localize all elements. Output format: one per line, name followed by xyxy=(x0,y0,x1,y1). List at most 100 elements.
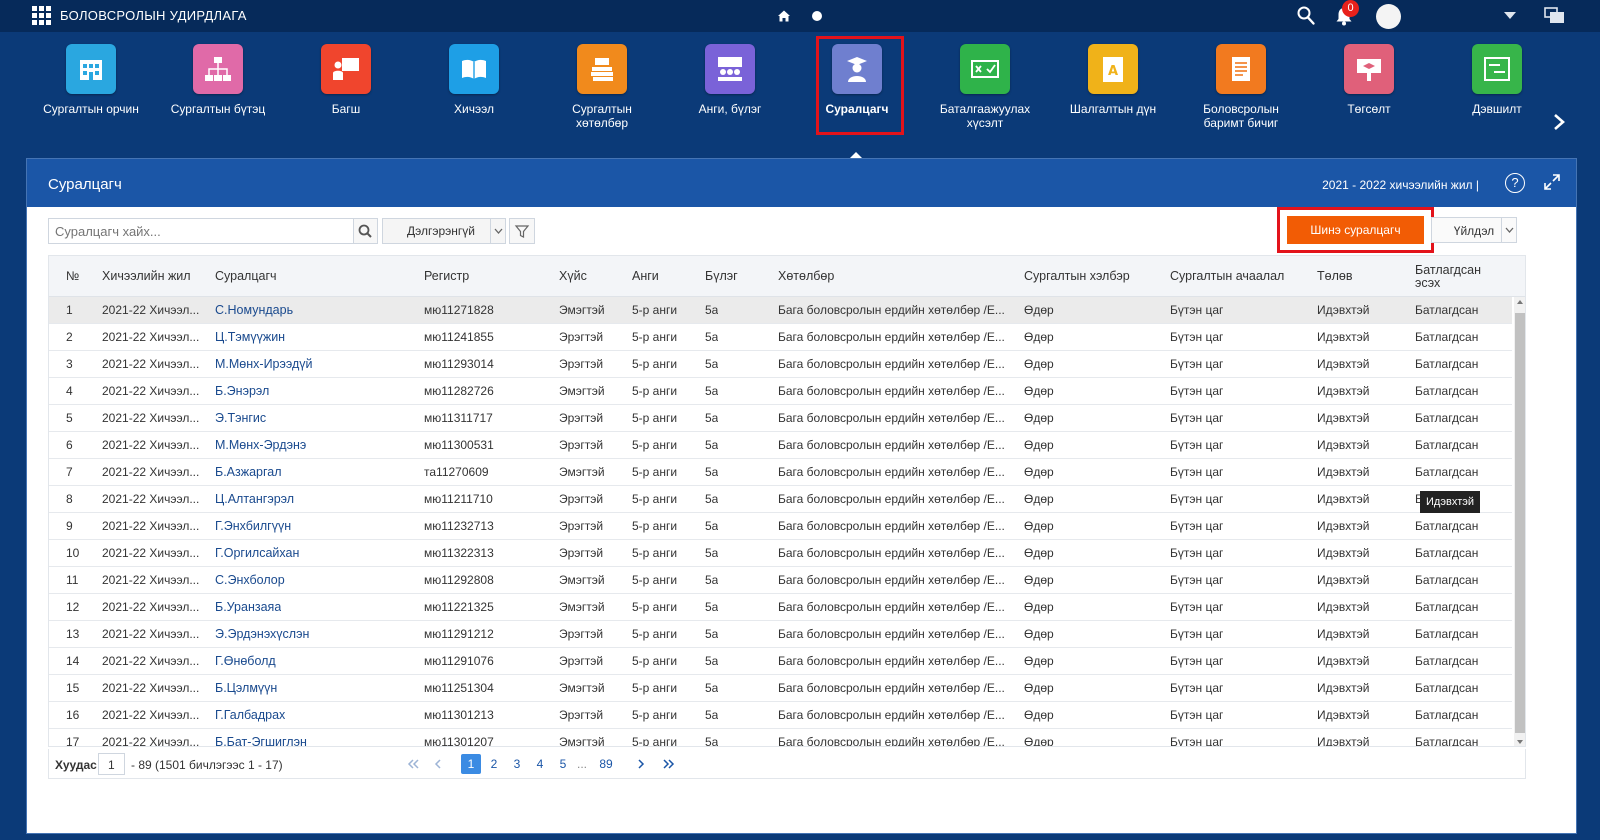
table-row[interactable]: 11 2021-22 Хичээл... С.Энхболор мю11292808 Э… xyxy=(49,567,1512,594)
cell-student[interactable]: Ц.Алтангэрэл xyxy=(215,486,294,513)
table-row[interactable]: 6 2021-22 Хичээл... М.Мөнх-Эрдэнэ мю1130053… xyxy=(49,432,1512,459)
column-header-student[interactable]: Суралцагч xyxy=(215,256,277,297)
filter-button[interactable] xyxy=(509,218,535,244)
module-promotion[interactable]: Дэвшилт xyxy=(1438,44,1556,154)
page-link-1[interactable]: 1 xyxy=(461,754,481,774)
expand-icon[interactable] xyxy=(1543,173,1561,191)
first-page-icon[interactable] xyxy=(405,754,421,774)
last-page-icon[interactable] xyxy=(661,754,677,774)
table-row[interactable]: 3 2021-22 Хичээл... М.Мөнх-Ирээдүй мю112930… xyxy=(49,351,1512,378)
table-row[interactable]: 16 2021-22 Хичээл... Г.Галбадрах мю11301213… xyxy=(49,702,1512,729)
column-header-program[interactable]: Хөтөлбөр xyxy=(778,256,834,297)
next-page-icon[interactable] xyxy=(633,754,649,774)
chevron-down-icon[interactable] xyxy=(1504,12,1516,19)
module-curriculum[interactable]: Сургалтын хөтөлбөр xyxy=(543,44,661,154)
scroll-up-icon[interactable] xyxy=(1517,300,1523,304)
module-teacher[interactable]: Багш xyxy=(287,44,405,154)
page-number-input[interactable]: 1 xyxy=(98,753,125,775)
search-icon[interactable] xyxy=(1296,5,1316,27)
module-exam-score[interactable]: A Шалгалтын дүн xyxy=(1054,44,1172,154)
scrollbar-thumb[interactable] xyxy=(1515,313,1525,733)
module-approval-request[interactable]: Баталгаажуулах хүсэлт xyxy=(926,44,1044,154)
cell-student[interactable]: Б.Уранзаяа xyxy=(215,594,281,621)
cell-student[interactable]: М.Мөнх-Ирээдүй xyxy=(215,351,313,378)
table-row[interactable]: 13 2021-22 Хичээл... Э.Эрдэнэхүслэн мю11291… xyxy=(49,621,1512,648)
cell-student[interactable]: Г.Галбадрах xyxy=(215,702,285,729)
page-link-89[interactable]: 89 xyxy=(596,754,616,774)
module-lesson[interactable]: Хичээл xyxy=(415,44,533,154)
prev-page-icon[interactable] xyxy=(430,754,446,774)
cell-gender: Эрэгтэй xyxy=(559,438,604,452)
cell-year: 2021-22 Хичээл... xyxy=(102,303,200,317)
cell-register: мю11241855 xyxy=(424,330,494,344)
help-icon[interactable]: ? xyxy=(1505,173,1525,193)
cell-student[interactable]: Э.Эрдэнэхүслэн xyxy=(215,621,309,648)
scroll-down-icon[interactable] xyxy=(1517,740,1523,744)
school-year[interactable]: 2021 - 2022 хичээлийн жил | xyxy=(1322,178,1479,192)
cell-student[interactable]: Э.Тэнгис xyxy=(215,405,266,432)
cell-student[interactable]: Г.Өнөболд xyxy=(215,648,276,675)
advanced-dropdown[interactable]: Дэлгэрэнгүй xyxy=(382,218,506,244)
column-header-status[interactable]: Төлөв xyxy=(1317,256,1352,297)
chevron-right-icon[interactable] xyxy=(1549,112,1569,132)
module-education-document[interactable]: Боловсролын баримт бичиг xyxy=(1182,44,1300,154)
column-header-register[interactable]: Регистр xyxy=(424,256,469,297)
column-header-group[interactable]: Бүлэг xyxy=(705,256,738,297)
module-class-group[interactable]: Анги, бүлэг xyxy=(671,44,789,154)
pager-label: Хуудас xyxy=(55,758,97,772)
table-row[interactable]: 1 2021-22 Хичээл... С.Номундарь мю11271828 Э… xyxy=(49,297,1512,324)
table-row[interactable]: 14 2021-22 Хичээл... Г.Өнөболд мю11291076 Эр… xyxy=(49,648,1512,675)
column-header-class[interactable]: Анги xyxy=(632,256,659,297)
cell-student[interactable]: С.Энхболор xyxy=(215,567,285,594)
cell-student[interactable]: Б.Энэрэл xyxy=(215,378,269,405)
windows-icon[interactable] xyxy=(1544,6,1566,26)
cell-student[interactable]: М.Мөнх-Эрдэнэ xyxy=(215,432,306,459)
cell-status: Идэвхтэй xyxy=(1317,438,1370,452)
column-header-year[interactable]: Хичээлийн жил xyxy=(102,256,191,297)
table-row[interactable]: 2 2021-22 Хичээл... Ц.Тэмүүжин мю11241855 Эр… xyxy=(49,324,1512,351)
table-row[interactable]: 17 2021-22 Хичээл... Б.Бат-Эгшиглэн мю11301… xyxy=(49,729,1512,746)
search-button[interactable] xyxy=(354,218,378,244)
table-row[interactable]: 8 2021-22 Хичээл... Ц.Алтангэрэл мю11211710… xyxy=(49,486,1512,513)
vertical-scrollbar[interactable] xyxy=(1514,297,1525,746)
page-link-4[interactable]: 4 xyxy=(530,754,550,774)
table-row[interactable]: 9 2021-22 Хичээл... Г.Энхбилгүүн мю11232713… xyxy=(49,513,1512,540)
cell-student[interactable]: Г.Оргилсайхан xyxy=(215,540,299,567)
action-dropdown[interactable]: Үйлдэл xyxy=(1431,217,1517,243)
cell-student[interactable]: Б.Бат-Эгшиглэн xyxy=(215,729,307,746)
cell-register: мю11293014 xyxy=(424,357,494,371)
home-icon[interactable] xyxy=(776,8,792,24)
page-link-5[interactable]: 5 xyxy=(553,754,573,774)
cell-student[interactable]: Ц.Тэмүүжин xyxy=(215,324,285,351)
cell-no: 12 xyxy=(66,600,80,614)
graduation-icon xyxy=(1344,44,1394,94)
column-header-study-load[interactable]: Сургалтын ачаалал xyxy=(1170,256,1284,297)
column-header-study-form[interactable]: Сургалтын хэлбэр xyxy=(1024,256,1130,297)
student-search-input[interactable] xyxy=(48,218,354,244)
column-header-gender[interactable]: Хүйс xyxy=(559,256,587,297)
module-graduation[interactable]: Төгсөлт xyxy=(1310,44,1428,154)
apps-grid-icon[interactable] xyxy=(32,6,52,26)
column-header-no[interactable]: № xyxy=(66,256,79,297)
cell-student[interactable]: Б.Цэлмүүн xyxy=(215,675,277,702)
table-row[interactable]: 15 2021-22 Хичээл... Б.Цэлмүүн мю11251304 Эм… xyxy=(49,675,1512,702)
module-learning-environment[interactable]: Сургалтын орчин xyxy=(32,44,150,154)
table-row[interactable]: 7 2021-22 Хичээл... Б.Азжаргал та11270609 Эм… xyxy=(49,459,1512,486)
module-learning-structure[interactable]: Сургалтын бүтэц xyxy=(159,44,277,154)
table-row[interactable]: 12 2021-22 Хичээл... Б.Уранзаяа мю11221325 Э… xyxy=(49,594,1512,621)
cell-confirmed: Батлагдсан xyxy=(1415,708,1479,722)
column-header-confirmed[interactable]: Батлагдсан эсэх xyxy=(1415,256,1505,297)
cell-student[interactable]: Г.Энхбилгүүн xyxy=(215,513,291,540)
cell-student[interactable]: С.Номундарь xyxy=(215,297,293,324)
table-row[interactable]: 5 2021-22 Хичээл... Э.Тэнгис мю11311717 Эрэг… xyxy=(49,405,1512,432)
page-link-2[interactable]: 2 xyxy=(484,754,504,774)
avatar[interactable] xyxy=(1376,4,1401,29)
module-label: Төгсөлт xyxy=(1347,102,1391,116)
table-row[interactable]: 4 2021-22 Хичээл... Б.Энэрэл мю11282726 Эмэг… xyxy=(49,378,1512,405)
document-icon xyxy=(1216,44,1266,94)
cell-student[interactable]: Б.Азжаргал xyxy=(215,459,282,486)
table-row[interactable]: 10 2021-22 Хичээл... Г.Оргилсайхан мю113223… xyxy=(49,540,1512,567)
cell-program: Бага боловсролын ердийн хөтөлбөр /Е... xyxy=(778,546,1005,560)
page-link-3[interactable]: 3 xyxy=(507,754,527,774)
cell-study-form: Өдөр xyxy=(1024,600,1054,614)
